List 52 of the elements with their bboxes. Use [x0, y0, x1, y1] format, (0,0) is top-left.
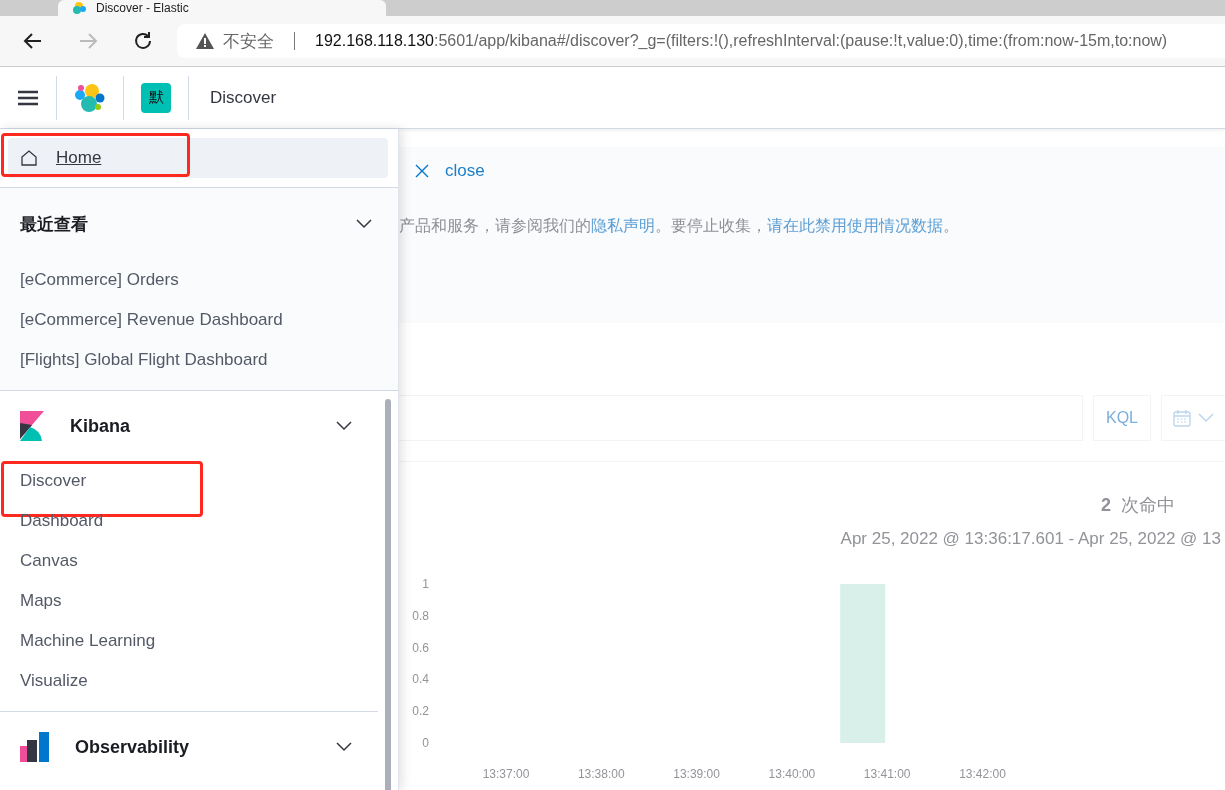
section-title: 最近查看 [20, 213, 88, 236]
recent-item[interactable]: [Flights] Global Flight Dashboard [0, 340, 398, 380]
axis-label: 0.2 [412, 704, 429, 719]
axis-label: 0.6 [412, 640, 429, 655]
home-icon [20, 149, 38, 167]
axis-label: 0.8 [412, 608, 429, 623]
home-link[interactable]: Home [8, 138, 388, 178]
chevron-down-icon[interactable] [336, 742, 352, 752]
time-range: Apr 25, 2022 @ 13:36:17.601 - Apr 25, 2022 @ 13 [840, 529, 1221, 549]
warning-icon [195, 32, 215, 50]
address-bar[interactable]: 不安全 192.168.118.130:5601/app/kibana#/discover?_g=(filters:!(),refreshInterval:(pause:!t,value:0),time:(from:now-15m,to:now) [177, 24, 1225, 58]
bar-chart-icon [20, 732, 49, 762]
axis-label: 13:40:00 [768, 767, 816, 781]
menu-icon[interactable] [17, 88, 39, 107]
nav-item[interactable]: Visualize [0, 661, 378, 701]
nav-item[interactable]: Maps [0, 581, 378, 621]
scrollbar[interactable] [385, 399, 391, 790]
group-title: Observability [75, 736, 191, 758]
axis-label: 13:42:00 [959, 767, 1006, 781]
nav-item[interactable]: Dashboard [0, 501, 378, 541]
nav-item[interactable]: Canvas [0, 541, 378, 581]
group-title: Kibana [70, 415, 131, 437]
axis-label: 13:37:00 [482, 767, 530, 781]
axis-label: 13:39:00 [673, 767, 720, 781]
nav-item[interactable]: Machine Learning [0, 621, 378, 661]
recent-item[interactable]: [eCommerce] Orders [0, 260, 398, 300]
url-text: 192.168.118.130:5601/app/kibana#/discover?_g=(filters:!(),refreshInterval:(pause:!t,value:0),time:(from:now-15m,to:now) [315, 32, 1168, 50]
hit-count: 2 次命中 [1100, 494, 1175, 517]
chevron-down-icon[interactable] [336, 421, 352, 431]
reload-icon[interactable] [132, 30, 154, 52]
close-icon [415, 164, 429, 178]
axis-label: 1 [422, 577, 429, 591]
breadcrumb[interactable]: Discover [210, 87, 277, 108]
axis-label: 13:41:00 [863, 767, 911, 781]
calendar-icon [1172, 408, 1192, 429]
close-button[interactable]: close [415, 161, 485, 181]
security-label: 不安全 [223, 30, 274, 53]
nav-item[interactable]: Discover [0, 461, 378, 501]
privacy-notice: 产品和服务，请参阅我们的隐私声明。要停止收集，请在此禁用使用情况数据。 [399, 216, 960, 236]
chevron-down-icon[interactable] [356, 219, 372, 229]
query-field[interactable] [399, 395, 1083, 441]
logo-icon [72, 1, 86, 15]
axis-label: 0 [422, 736, 429, 750]
tab-title: Discover - Elastic [96, 1, 189, 15]
space-avatar[interactable]: 默 [141, 82, 171, 113]
browser-tab[interactable]: Discover - Elastic [58, 0, 386, 16]
logo-icon[interactable] [74, 81, 106, 114]
recent-item[interactable]: [eCommerce] Revenue Dashboard [0, 300, 398, 340]
logo-icon [20, 411, 44, 441]
axis-label: 0.4 [412, 672, 429, 687]
chevron-down-icon [1198, 413, 1214, 424]
axis-label: 13:38:00 [577, 767, 625, 781]
